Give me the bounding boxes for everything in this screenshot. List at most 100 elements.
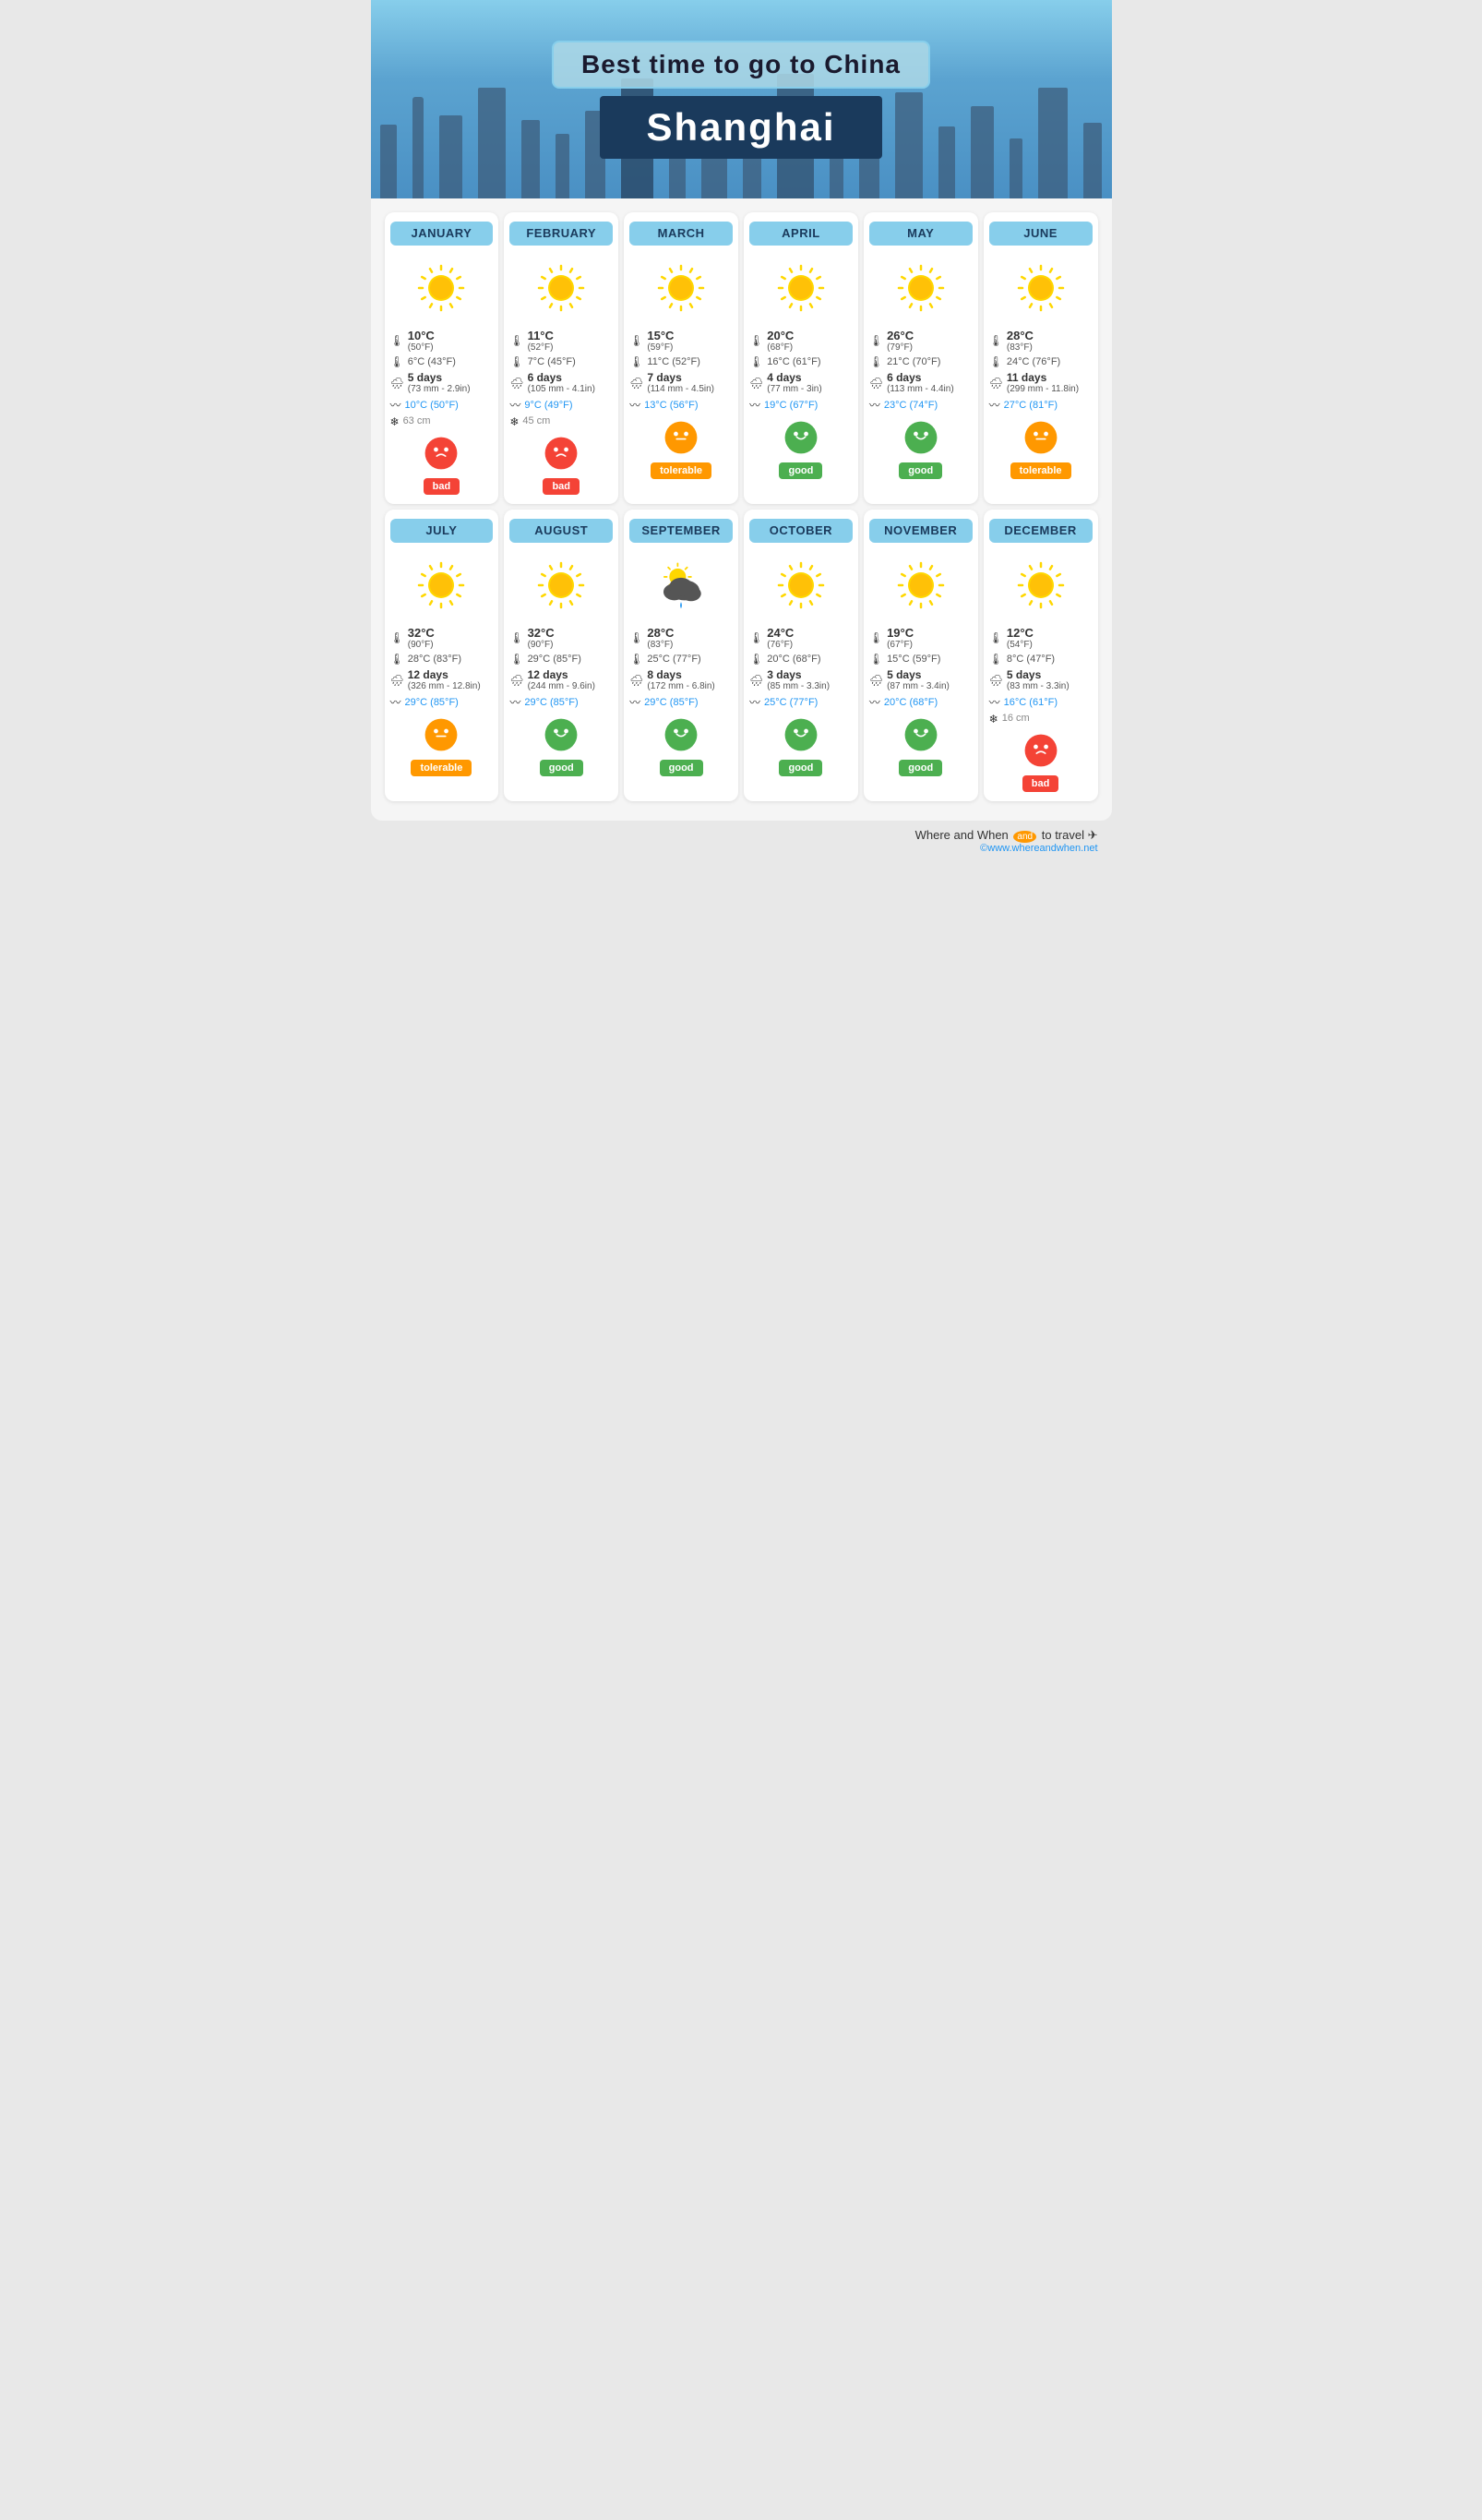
thermometer-high-icon: 🌡 [989,334,1003,347]
weather-icon [773,260,829,316]
rain-icon: 🌧 [629,377,643,390]
stats-section: 🌡 11°C (52°F) 🌡 7°C (45°F) 🌧 6 days (105… [509,329,613,428]
rating-face-icon [903,717,938,757]
temp-low-value: 15°C (59°F) [887,654,940,665]
month-header: APRIL [749,222,853,246]
sea-icon: 〰 [869,694,880,710]
rating-face-icon [663,717,699,757]
rain-stat: 🌧 7 days (114 mm - 4.5in) [629,371,733,394]
month-name: JUNE [1023,226,1058,240]
rating-label: good [779,462,822,479]
thermometer-high-icon: 🌡 [749,631,763,644]
temp-high-fahrenheit: (59°F) [647,342,674,353]
rating-face-icon [1023,420,1058,460]
month-header: DECEMBER [989,519,1093,543]
page-title: Best time to go to China [581,50,901,78]
sea-temp-stat: 〰 23°C (74°F) [869,397,973,413]
stats-section: 🌡 12°C (54°F) 🌡 8°C (47°F) 🌧 5 days (83 … [989,626,1093,726]
rain-mm-value: (73 mm - 2.9in) [408,384,471,394]
temp-high-fahrenheit: (54°F) [1007,640,1034,650]
temp-high-celsius: 11°C [528,329,554,342]
temp-high-values: 28°C (83°F) [647,626,674,650]
sea-temp-value: 23°C (74°F) [884,400,938,411]
rain-mm-value: (87 mm - 3.4in) [887,681,950,691]
rating-container: good [660,717,703,776]
snow-value: 16 cm [1002,713,1030,725]
sea-temp-stat: 〰 16°C (61°F) [989,694,1093,710]
weather-icon [413,558,469,613]
temp-high-stat: 🌡 15°C (59°F) [629,329,733,353]
temp-high-stat: 🌡 28°C (83°F) [629,626,733,650]
header: Best time to go to China Shanghai [371,0,1112,198]
rain-days-value: 12 days [408,668,481,681]
thermometer-high-icon: 🌡 [749,334,763,347]
snow-icon: ❄ [989,713,998,726]
thermometer-low-icon: 🌡 [749,355,763,368]
sea-temp-value: 29°C (85°F) [524,697,578,708]
month-header: NOVEMBER [869,519,973,543]
temp-high-fahrenheit: (79°F) [887,342,914,353]
rating-label: tolerable [411,760,472,776]
weather-icon [893,558,949,613]
temp-high-stat: 🌡 32°C (90°F) [390,626,494,650]
rating-container: tolerable [1010,420,1071,479]
sea-temp-stat: 〰 10°C (50°F) [390,397,494,413]
sea-temp-stat: 〰 19°C (67°F) [749,397,853,413]
snow-icon: ❄ [390,415,400,428]
rain-mm-value: (299 mm - 11.8in) [1007,384,1079,394]
temp-high-values: 15°C (59°F) [647,329,674,353]
sea-temp-stat: 〰 20°C (68°F) [869,694,973,710]
month-header: MAY [869,222,973,246]
temp-low-value: 25°C (77°F) [647,654,700,665]
sea-temp-value: 27°C (81°F) [1004,400,1058,411]
sea-temp-value: 16°C (61°F) [1004,697,1058,708]
rain-mm-value: (172 mm - 6.8in) [647,681,714,691]
rain-mm-value: (244 mm - 9.6in) [528,681,595,691]
rating-label: bad [543,478,580,495]
stats-section: 🌡 32°C (90°F) 🌡 28°C (83°F) 🌧 12 days (3… [390,626,494,710]
rating-label: bad [1022,775,1059,792]
rain-days-value: 7 days [647,371,714,384]
thermometer-high-icon: 🌡 [869,631,883,644]
temp-high-stat: 🌡 19°C (67°F) [869,626,973,650]
rating-face-icon [424,436,459,475]
temp-high-values: 26°C (79°F) [887,329,914,353]
temp-low-value: 21°C (70°F) [887,356,940,367]
snow-stat: ❄ 16 cm [989,713,1093,726]
temp-high-celsius: 32°C [528,626,555,640]
temp-low-stat: 🌡 11°C (52°F) [629,355,733,368]
rain-days-value: 5 days [1007,668,1070,681]
month-header: SEPTEMBER [629,519,733,543]
month-name: SEPTEMBER [641,523,720,537]
rain-mm-value: (77 mm - 3in) [767,384,821,394]
temp-low-stat: 🌡 20°C (68°F) [749,653,853,666]
month-name: MAY [907,226,934,240]
sea-icon: 〰 [629,397,640,413]
rain-values: 5 days (83 mm - 3.3in) [1007,668,1070,691]
rating-container: good [779,717,822,776]
thermometer-low-icon: 🌡 [629,355,643,368]
stats-section: 🌡 19°C (67°F) 🌡 15°C (59°F) 🌧 5 days (87… [869,626,973,710]
temp-high-stat: 🌡 11°C (52°F) [509,329,613,353]
rain-icon: 🌧 [989,674,1003,687]
thermometer-low-icon: 🌡 [869,355,883,368]
month-header: FEBRUARY [509,222,613,246]
brand-name: Where and When [915,828,1009,842]
weather-icon [653,558,709,613]
temp-high-fahrenheit: (90°F) [408,640,435,650]
temp-high-fahrenheit: (90°F) [528,640,555,650]
month-header: MARCH [629,222,733,246]
temp-high-fahrenheit: (50°F) [408,342,435,353]
rating-label: tolerable [651,462,711,479]
rain-icon: 🌧 [509,674,523,687]
rating-container: good [540,717,583,776]
brand-sub: to travel [1042,828,1084,842]
month-card-january: JANUARY 🌡 10°C (50°F) 🌡 6°C (43°F) [385,212,499,504]
weather-icon [893,260,949,316]
weather-icon [1013,260,1069,316]
rain-stat: 🌧 11 days (299 mm - 11.8in) [989,371,1093,394]
temp-high-values: 24°C (76°F) [767,626,794,650]
rain-values: 5 days (73 mm - 2.9in) [408,371,471,394]
temp-high-values: 11°C (52°F) [528,329,554,353]
website-url: ©www.whereandwhen.net [371,843,1098,854]
